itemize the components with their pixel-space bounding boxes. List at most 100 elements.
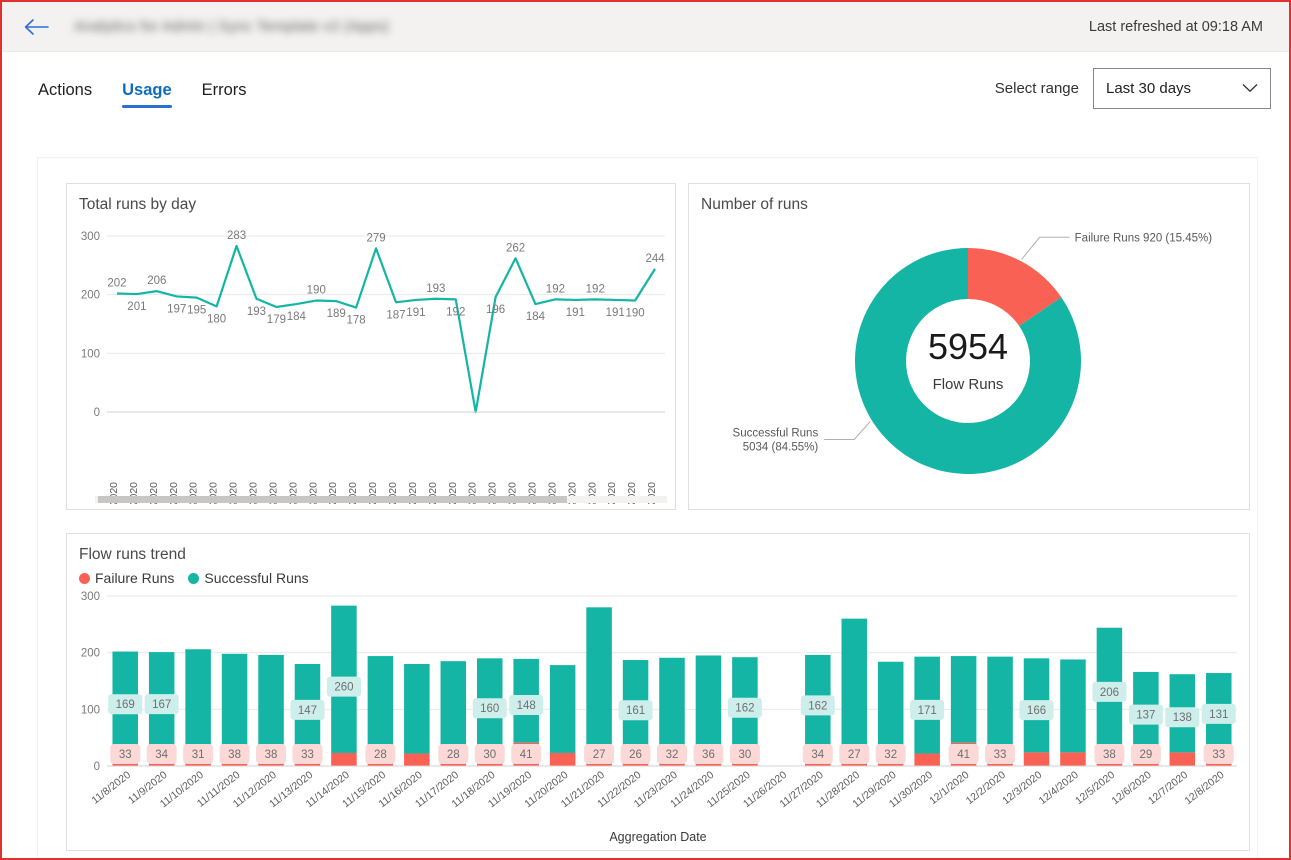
- svg-text:167: 167: [152, 699, 171, 711]
- svg-text:147: 147: [298, 705, 317, 717]
- svg-text:184: 184: [526, 311, 546, 323]
- svg-text:169: 169: [116, 699, 135, 711]
- svg-text:138: 138: [1173, 712, 1192, 724]
- legend-label-successful: Successful Runs: [204, 570, 309, 586]
- bar-successful: [221, 653, 248, 745]
- svg-text:12/8/2020: 12/8/2020: [1182, 769, 1226, 807]
- svg-text:137: 137: [1136, 710, 1155, 722]
- tab-actions[interactable]: Actions: [38, 52, 92, 124]
- card-title-number-of-runs: Number of runs: [701, 196, 808, 213]
- svg-text:200: 200: [81, 290, 100, 302]
- svg-text:178: 178: [347, 315, 366, 327]
- range-select-value: Last 30 days: [1106, 79, 1192, 97]
- bar-successful: [549, 665, 576, 753]
- bar-successful: [440, 661, 467, 751]
- svg-text:Flow Runs: Flow Runs: [933, 376, 1004, 393]
- svg-text:33: 33: [1212, 749, 1225, 761]
- svg-text:Successful Runs: Successful Runs: [733, 428, 819, 440]
- page-title: Analytics for Admin | Sync Template v2 (…: [74, 18, 390, 35]
- line-chart-scrollbar[interactable]: [95, 496, 667, 503]
- svg-text:41: 41: [957, 749, 970, 761]
- svg-text:26: 26: [629, 749, 642, 761]
- bar-successful: [987, 656, 1013, 748]
- legend-item-successful-runs[interactable]: Successful Runs: [188, 570, 309, 586]
- bar-failure: [1060, 752, 1086, 766]
- svg-text:148: 148: [517, 700, 536, 712]
- svg-text:33: 33: [994, 749, 1007, 761]
- arrow-left-icon: [24, 18, 49, 35]
- bar-successful: [1060, 659, 1086, 753]
- svg-text:5034 (84.55%): 5034 (84.55%): [743, 442, 819, 454]
- svg-text:300: 300: [81, 591, 100, 603]
- chevron-down-icon: [1242, 80, 1258, 97]
- svg-text:160: 160: [480, 703, 499, 715]
- tab-usage[interactable]: Usage: [122, 52, 172, 124]
- donut-chart[interactable]: 5954 Flow Runs Failure Runs 920 (15.45%) Su…: [689, 214, 1249, 509]
- svg-text:0: 0: [94, 761, 100, 773]
- svg-text:197: 197: [167, 303, 186, 315]
- svg-text:206: 206: [1100, 687, 1119, 699]
- svg-text:166: 166: [1027, 705, 1046, 717]
- svg-text:12/7/2020: 12/7/2020: [1146, 769, 1190, 807]
- svg-text:131: 131: [1209, 709, 1228, 721]
- svg-text:33: 33: [119, 749, 132, 761]
- svg-text:28: 28: [374, 749, 387, 761]
- bar-chart-axis-title: Aggregation Date: [609, 830, 707, 844]
- svg-text:12/4/2020: 12/4/2020: [1037, 769, 1081, 807]
- svg-text:262: 262: [506, 242, 525, 254]
- svg-text:195: 195: [187, 305, 206, 317]
- app-window: Analytics for Admin | Sync Template v2 (…: [0, 0, 1291, 860]
- svg-text:38: 38: [228, 749, 241, 761]
- bar-successful: [185, 649, 211, 749]
- svg-text:206: 206: [147, 275, 166, 287]
- legend-item-failure-runs[interactable]: Failure Runs: [79, 570, 174, 586]
- svg-text:38: 38: [1103, 749, 1116, 761]
- dashboard-canvas: Total runs by day 0 100 200 300 202 201 206 197…: [38, 158, 1257, 858]
- svg-text:200: 200: [81, 648, 100, 660]
- svg-text:190: 190: [626, 308, 645, 320]
- svg-text:191: 191: [606, 307, 625, 319]
- last-refreshed-label: Last refreshed at 09:18 AM: [1088, 18, 1263, 35]
- svg-text:100: 100: [81, 348, 100, 360]
- bar-successful: [258, 654, 284, 745]
- svg-text:179: 179: [267, 314, 286, 326]
- legend-dot-successful: [188, 572, 200, 584]
- svg-text:191: 191: [566, 307, 585, 319]
- bar-chart[interactable]: 0 100 200 300 33 169 34 167 31 38 38 33 147 260 28 28 30…: [67, 586, 1249, 828]
- svg-text:28: 28: [447, 749, 460, 761]
- svg-text:192: 192: [546, 283, 565, 295]
- svg-text:193: 193: [426, 283, 445, 295]
- svg-text:30: 30: [739, 749, 752, 761]
- svg-text:260: 260: [334, 682, 353, 694]
- svg-text:32: 32: [884, 749, 897, 761]
- svg-text:244: 244: [645, 253, 665, 265]
- svg-text:41: 41: [520, 749, 533, 761]
- svg-text:12/1/2020: 12/1/2020: [927, 769, 971, 807]
- bar-failure: [549, 752, 576, 766]
- legend-dot-failure: [79, 572, 90, 584]
- top-bar: Analytics for Admin | Sync Template v2 (…: [2, 2, 1289, 52]
- svg-text:30: 30: [483, 749, 496, 761]
- svg-text:36: 36: [702, 749, 715, 761]
- bar-successful: [841, 618, 868, 751]
- range-select-dropdown[interactable]: Last 30 days: [1093, 67, 1271, 109]
- card-number-of-runs: Number of runs 5954 Flow Runs Failure Runs…: [688, 183, 1250, 510]
- bar-successful: [586, 607, 612, 751]
- card-flow-runs-trend: Flow runs trend Failure Runs Successful …: [66, 533, 1250, 851]
- scrollbar-thumb[interactable]: [98, 496, 568, 503]
- line-chart[interactable]: 0100200300202201206197 195180283193179 184…: [67, 214, 675, 504]
- svg-text:192: 192: [446, 306, 465, 318]
- tab-errors[interactable]: Errors: [202, 52, 247, 124]
- bar-successful: [367, 656, 394, 751]
- bar-failure: [1023, 752, 1050, 766]
- tab-bar: Actions Usage Errors Select range Last 3…: [2, 52, 1289, 124]
- back-button[interactable]: [20, 11, 52, 43]
- svg-text:161: 161: [626, 705, 645, 717]
- svg-text:193: 193: [247, 306, 266, 318]
- select-range-label: Select range: [994, 79, 1079, 97]
- svg-text:0: 0: [94, 407, 100, 419]
- svg-text:Failure Runs 920 (15.45%): Failure Runs 920 (15.45%): [1075, 232, 1213, 244]
- svg-text:11/8/2020: 11/8/2020: [89, 769, 133, 807]
- svg-text:283: 283: [227, 230, 246, 242]
- svg-text:196: 196: [486, 304, 505, 316]
